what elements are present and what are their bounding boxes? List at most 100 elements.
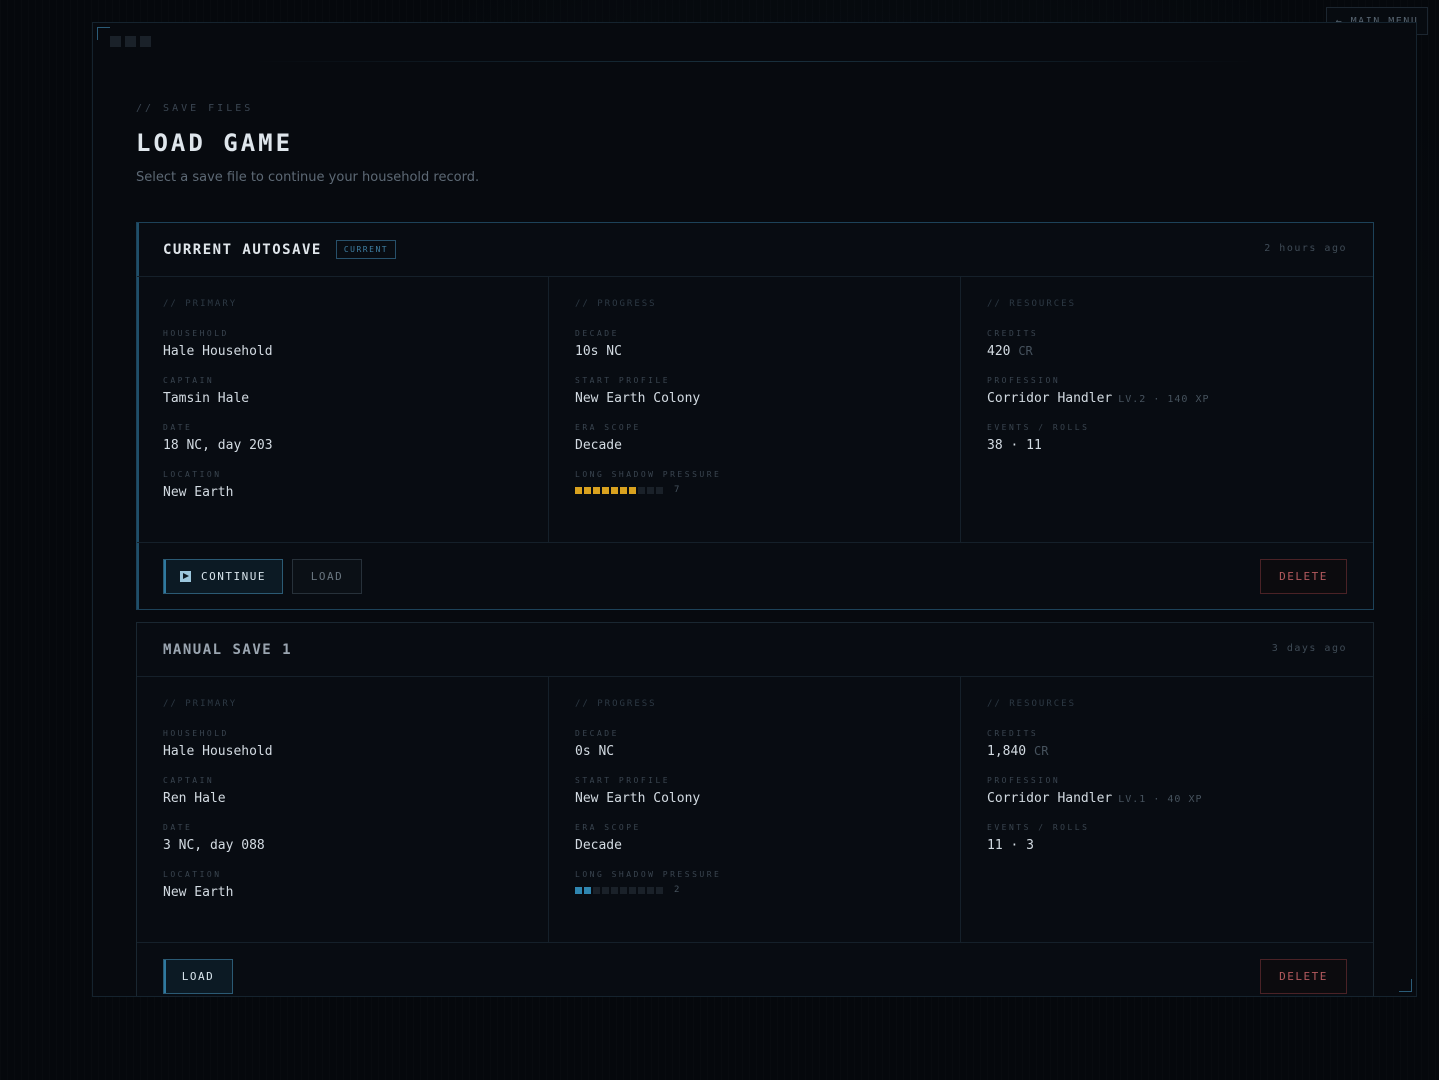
primary-column: // PRIMARY HOUSEHOLD Hale Household CAPTA…: [137, 677, 549, 942]
household-value: Hale Household: [163, 744, 273, 759]
credits-unit: CR: [1018, 344, 1033, 358]
save-details: // PRIMARY HOUSEHOLD Hale Household CAPTA…: [137, 677, 1373, 943]
pressure-pip: [638, 886, 645, 894]
pressure-label: LONG SHADOW PRESSURE: [575, 470, 722, 479]
page-subtitle: Select a save file to continue your hous…: [136, 170, 480, 185]
save-title: MANUAL SAVE 1: [163, 641, 293, 658]
pressure-pip: [611, 886, 618, 894]
household-value: Hale Household: [163, 344, 273, 359]
profession-label: PROFESSION: [987, 776, 1061, 785]
credits-label: CREDITS: [987, 329, 1039, 338]
start-profile-label: START PROFILE: [575, 376, 671, 385]
date-value: 3 NC, day 088: [163, 838, 265, 853]
captain-label: CAPTAIN: [163, 776, 215, 785]
location-value: New Earth: [163, 885, 234, 900]
pressure-pip: [602, 886, 609, 894]
start-profile-value: New Earth Colony: [575, 791, 701, 806]
pressure-meter: 2: [575, 885, 934, 895]
resources-column: // RESOURCES CREDITS 420 CR PROFESSION Cor…: [961, 277, 1373, 542]
pressure-pip: [575, 486, 582, 494]
date-value: 18 NC, day 203: [163, 438, 273, 453]
era-scope-label: ERA SCOPE: [575, 423, 641, 432]
era-scope-value: Decade: [575, 838, 622, 853]
pressure-value: 7: [674, 485, 680, 495]
window-dot: [140, 36, 151, 47]
pressure-pip: [611, 486, 618, 494]
events-value: 11 · 3: [987, 838, 1034, 853]
delete-button[interactable]: DELETE: [1260, 958, 1347, 994]
profession-label: PROFESSION: [987, 376, 1061, 385]
date-label: DATE: [163, 423, 193, 432]
progress-column: // PROGRESS DECADE 0s NC START PROFILE New…: [549, 677, 961, 942]
corner-bracket-bottom-right: [1399, 979, 1412, 992]
location-label: LOCATION: [163, 870, 222, 879]
pressure-pip: [584, 886, 591, 894]
pressure-pip: [629, 486, 636, 494]
pressure-meter: 7: [575, 485, 934, 495]
page-title: LOAD GAME: [136, 129, 294, 157]
window-dot: [110, 36, 121, 47]
decade-label: DECADE: [575, 729, 619, 738]
household-label: HOUSEHOLD: [163, 329, 229, 338]
column-heading: // PRIMARY: [163, 299, 238, 309]
profession-value: Corridor Handler: [987, 391, 1113, 406]
continue-button[interactable]: CONTINUE: [163, 558, 283, 594]
profession-value: Corridor Handler: [987, 791, 1113, 806]
date-label: DATE: [163, 823, 193, 832]
decade-value: 10s NC: [575, 344, 622, 359]
pressure-pip: [593, 886, 600, 894]
progress-column: // PROGRESS DECADE 10s NC START PROFILE Ne…: [549, 277, 961, 542]
resources-column: // RESOURCES CREDITS 1,840 CR PROFESSION C…: [961, 677, 1373, 942]
save-actions: LOAD DELETE: [137, 943, 1373, 996]
delete-button[interactable]: DELETE: [1260, 558, 1347, 594]
household-label: HOUSEHOLD: [163, 729, 229, 738]
load-button[interactable]: LOAD: [163, 958, 233, 994]
pressure-pip: [602, 486, 609, 494]
load-button[interactable]: LOAD: [292, 558, 362, 594]
pressure-pip: [638, 486, 645, 494]
era-scope-value: Decade: [575, 438, 622, 453]
continue-label: CONTINUE: [201, 569, 266, 583]
era-scope-label: ERA SCOPE: [575, 823, 641, 832]
pressure-value: 2: [674, 885, 680, 895]
save-title: CURRENT AUTOSAVE: [163, 241, 322, 258]
save-timestamp: 3 days ago: [1271, 643, 1347, 654]
pressure-pip: [656, 486, 663, 494]
save-details: // PRIMARY HOUSEHOLD Hale Household CAPTA…: [137, 277, 1373, 543]
pressure-pip: [629, 886, 636, 894]
location-value: New Earth: [163, 485, 234, 500]
section-eyebrow: // SAVE FILES: [136, 103, 254, 114]
events-value: 38 · 11: [987, 438, 1042, 453]
column-heading: // RESOURCES: [987, 299, 1077, 309]
current-badge: CURRENT: [335, 240, 397, 259]
play-icon: [180, 570, 191, 582]
window-controls: [110, 36, 151, 47]
profession-level: LV.2 · 140 XP: [1118, 394, 1210, 405]
column-heading: // PROGRESS: [575, 299, 657, 309]
start-profile-label: START PROFILE: [575, 776, 671, 785]
save-card-autosave[interactable]: CURRENT AUTOSAVE CURRENT 2 hours ago // …: [136, 222, 1374, 610]
column-heading: // PRIMARY: [163, 699, 238, 709]
pressure-pip: [620, 486, 627, 494]
events-label: EVENTS / ROLLS: [987, 823, 1090, 832]
credits-label: CREDITS: [987, 729, 1039, 738]
pressure-pip: [575, 886, 582, 894]
column-heading: // PROGRESS: [575, 699, 657, 709]
load-game-window: // SAVE FILES LOAD GAME Select a save fi…: [92, 22, 1417, 997]
captain-value: Tamsin Hale: [163, 391, 250, 406]
save-card-header: MANUAL SAVE 1 3 days ago: [137, 623, 1373, 677]
save-actions: CONTINUE LOAD DELETE: [137, 543, 1373, 609]
primary-column: // PRIMARY HOUSEHOLD Hale Household CAPTA…: [137, 277, 549, 542]
decade-label: DECADE: [575, 329, 619, 338]
start-profile-value: New Earth Colony: [575, 391, 701, 406]
save-card-manual-1[interactable]: MANUAL SAVE 1 3 days ago // PRIMARY HOUS…: [136, 622, 1374, 996]
credits-unit: CR: [1033, 744, 1049, 758]
window-dot: [125, 36, 136, 47]
profession-level: LV.1 · 40 XP: [1118, 794, 1203, 805]
corner-bracket-top-left: [97, 27, 110, 40]
pressure-pip: [584, 486, 591, 494]
pressure-pip: [656, 886, 663, 894]
captain-label: CAPTAIN: [163, 376, 215, 385]
credits-value: 420: [987, 344, 1011, 359]
decade-value: 0s NC: [575, 744, 615, 759]
